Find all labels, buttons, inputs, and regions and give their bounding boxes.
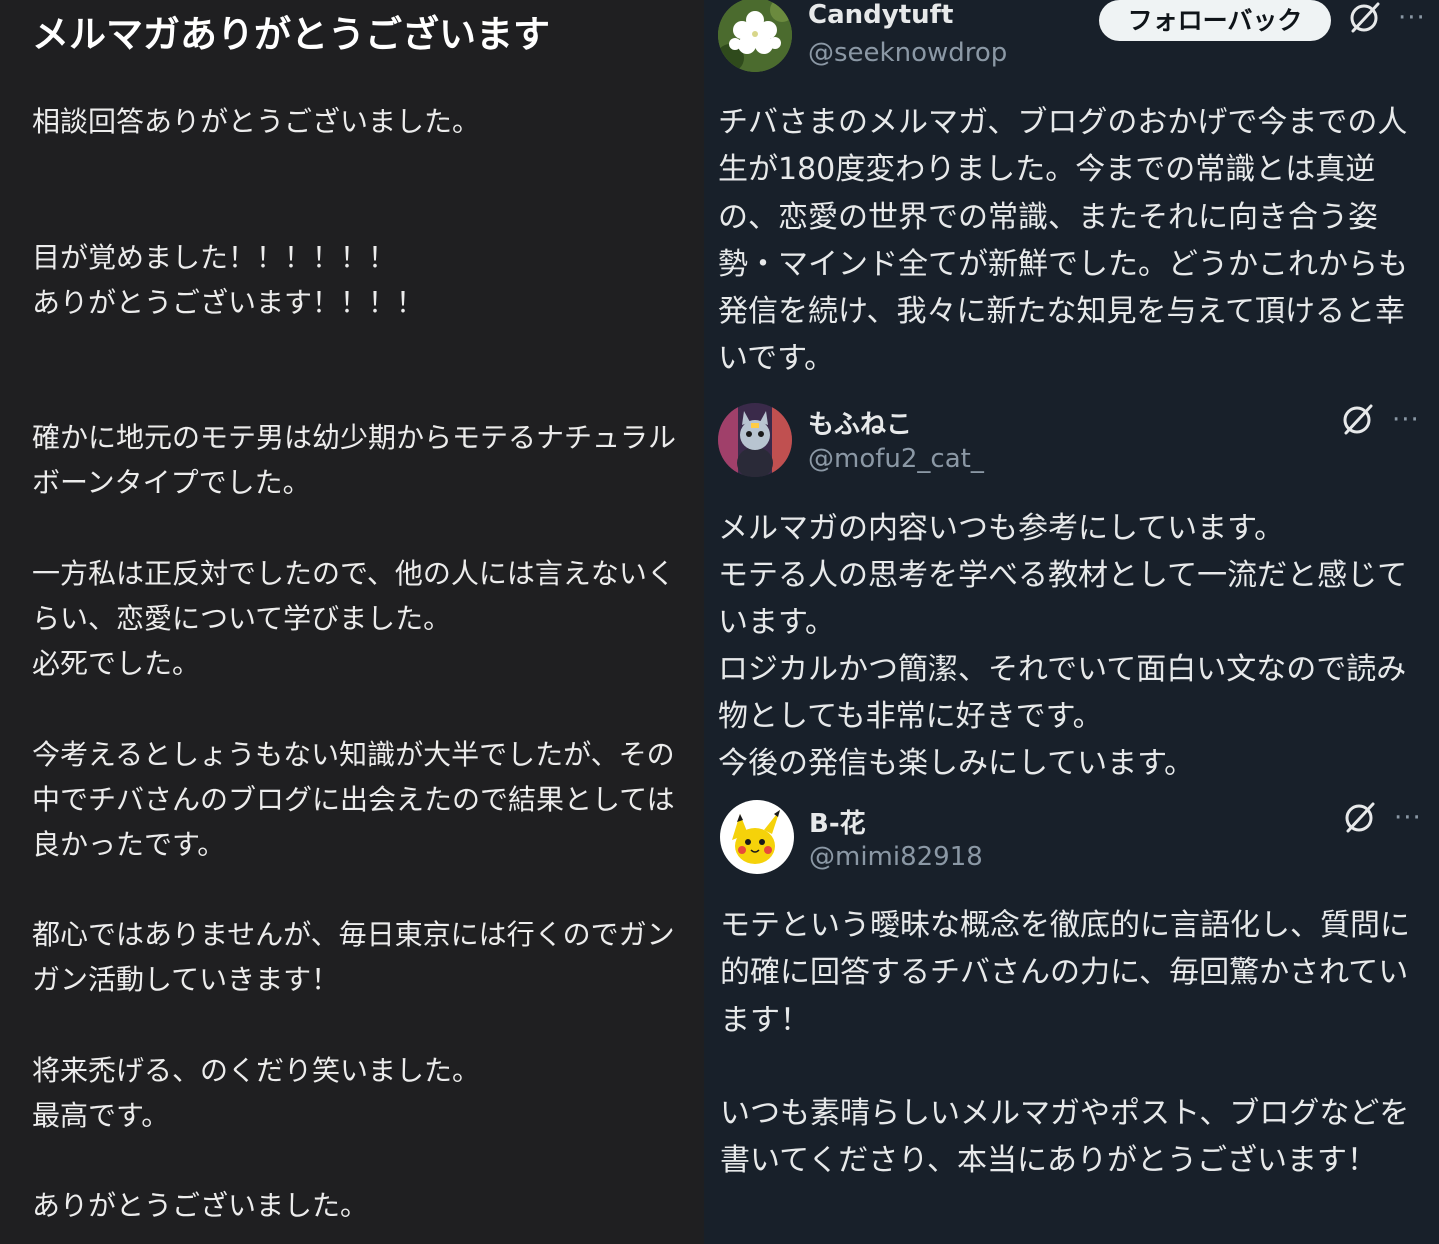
reply-paragraph: ありがとうございます！！！！ — [32, 286, 425, 319]
posts-panel: Candytuft @seeknowdrop フォローバック ··· チバさまの… — [704, 0, 1439, 1244]
more-dots-icon[interactable]: ··· — [1392, 407, 1420, 433]
post-text-line: モテる人の思考を学べる教材として一流だと感じています。 — [718, 558, 1408, 641]
display-name[interactable]: もふねこ — [808, 404, 912, 441]
reply-paragraph: 相談回答ありがとうございました。 — [32, 105, 481, 138]
cat-avatar-image — [718, 403, 792, 477]
post-text-line: いつも素晴らしいメルマガやポスト、ブログなどを書いてくださり、本当にありがとうご… — [720, 1096, 1410, 1179]
reply-paragraph: 一方私は正反対でしたので、他の人には言えないくらい、恋愛について学びました。 — [32, 557, 675, 635]
avatar[interactable] — [718, 403, 792, 477]
user-handle[interactable]: @mofu2_cat_ — [808, 444, 984, 474]
post-text-line: 今後の発信も楽しみにしています。 — [718, 746, 1195, 781]
reply-paragraph: 今考えるとしょうもない知識が大半でしたが、その中でチバさんのブログに出会えたので… — [32, 738, 675, 861]
reply-title: メルマガありがとうございます — [32, 13, 550, 56]
reply-paragraph: 将来禿げる、のくだり笑いました。 — [32, 1054, 481, 1087]
user-handle[interactable]: @mimi82918 — [809, 842, 983, 872]
follow-back-button[interactable]: フォローバック — [1099, 0, 1331, 41]
post-text-line: ロジカルかつ簡潔、それでいて面白い文なので読み物としても非常に好きです。 — [718, 652, 1407, 735]
display-name[interactable]: Candytuft — [808, 0, 953, 30]
newsletter-reply-panel: メルマガありがとうございます 相談回答ありがとうございました。 目が覚めました！… — [0, 0, 704, 1244]
display-name[interactable]: B-花 — [809, 803, 866, 840]
avatar[interactable] — [718, 0, 792, 72]
reply-paragraph: ありがとうございました。 — [32, 1189, 369, 1222]
post-text-line: メルマガの内容いつも参考にしています。 — [718, 511, 1285, 546]
reply-paragraph: 確かに地元のモテ男は幼少期からモテるナチュラルボーンタイプでした。 — [32, 421, 677, 499]
more-dots-icon[interactable]: ··· — [1398, 5, 1426, 31]
post-text: チバさまのメルマガ、ブログのおかげで今までの人生が180度変わりました。今までの… — [718, 105, 1408, 377]
grok-slash-circle-icon[interactable] — [1347, 0, 1383, 36]
reply-paragraph: 最高です。 — [32, 1099, 170, 1132]
flower-avatar-image — [718, 0, 792, 72]
grok-slash-circle-icon[interactable] — [1342, 800, 1378, 836]
post-text-line: モテという曖昧な概念を徹底的に言語化し、質問に的確に回答するチバさんの力に、毎回… — [720, 908, 1410, 1038]
avatar[interactable] — [720, 800, 794, 874]
reply-paragraph: 必死でした。 — [32, 647, 201, 680]
reply-paragraph: 目が覚めました！！！！！！ — [32, 241, 397, 274]
more-dots-icon[interactable]: ··· — [1394, 805, 1422, 831]
grok-slash-circle-icon[interactable] — [1340, 402, 1376, 438]
pikachu-avatar-image — [720, 800, 794, 874]
reply-paragraph: 都心ではありませんが、毎日東京には行くのでガンガン活動していきます！ — [32, 918, 675, 996]
user-handle[interactable]: @seeknowdrop — [808, 38, 1007, 68]
